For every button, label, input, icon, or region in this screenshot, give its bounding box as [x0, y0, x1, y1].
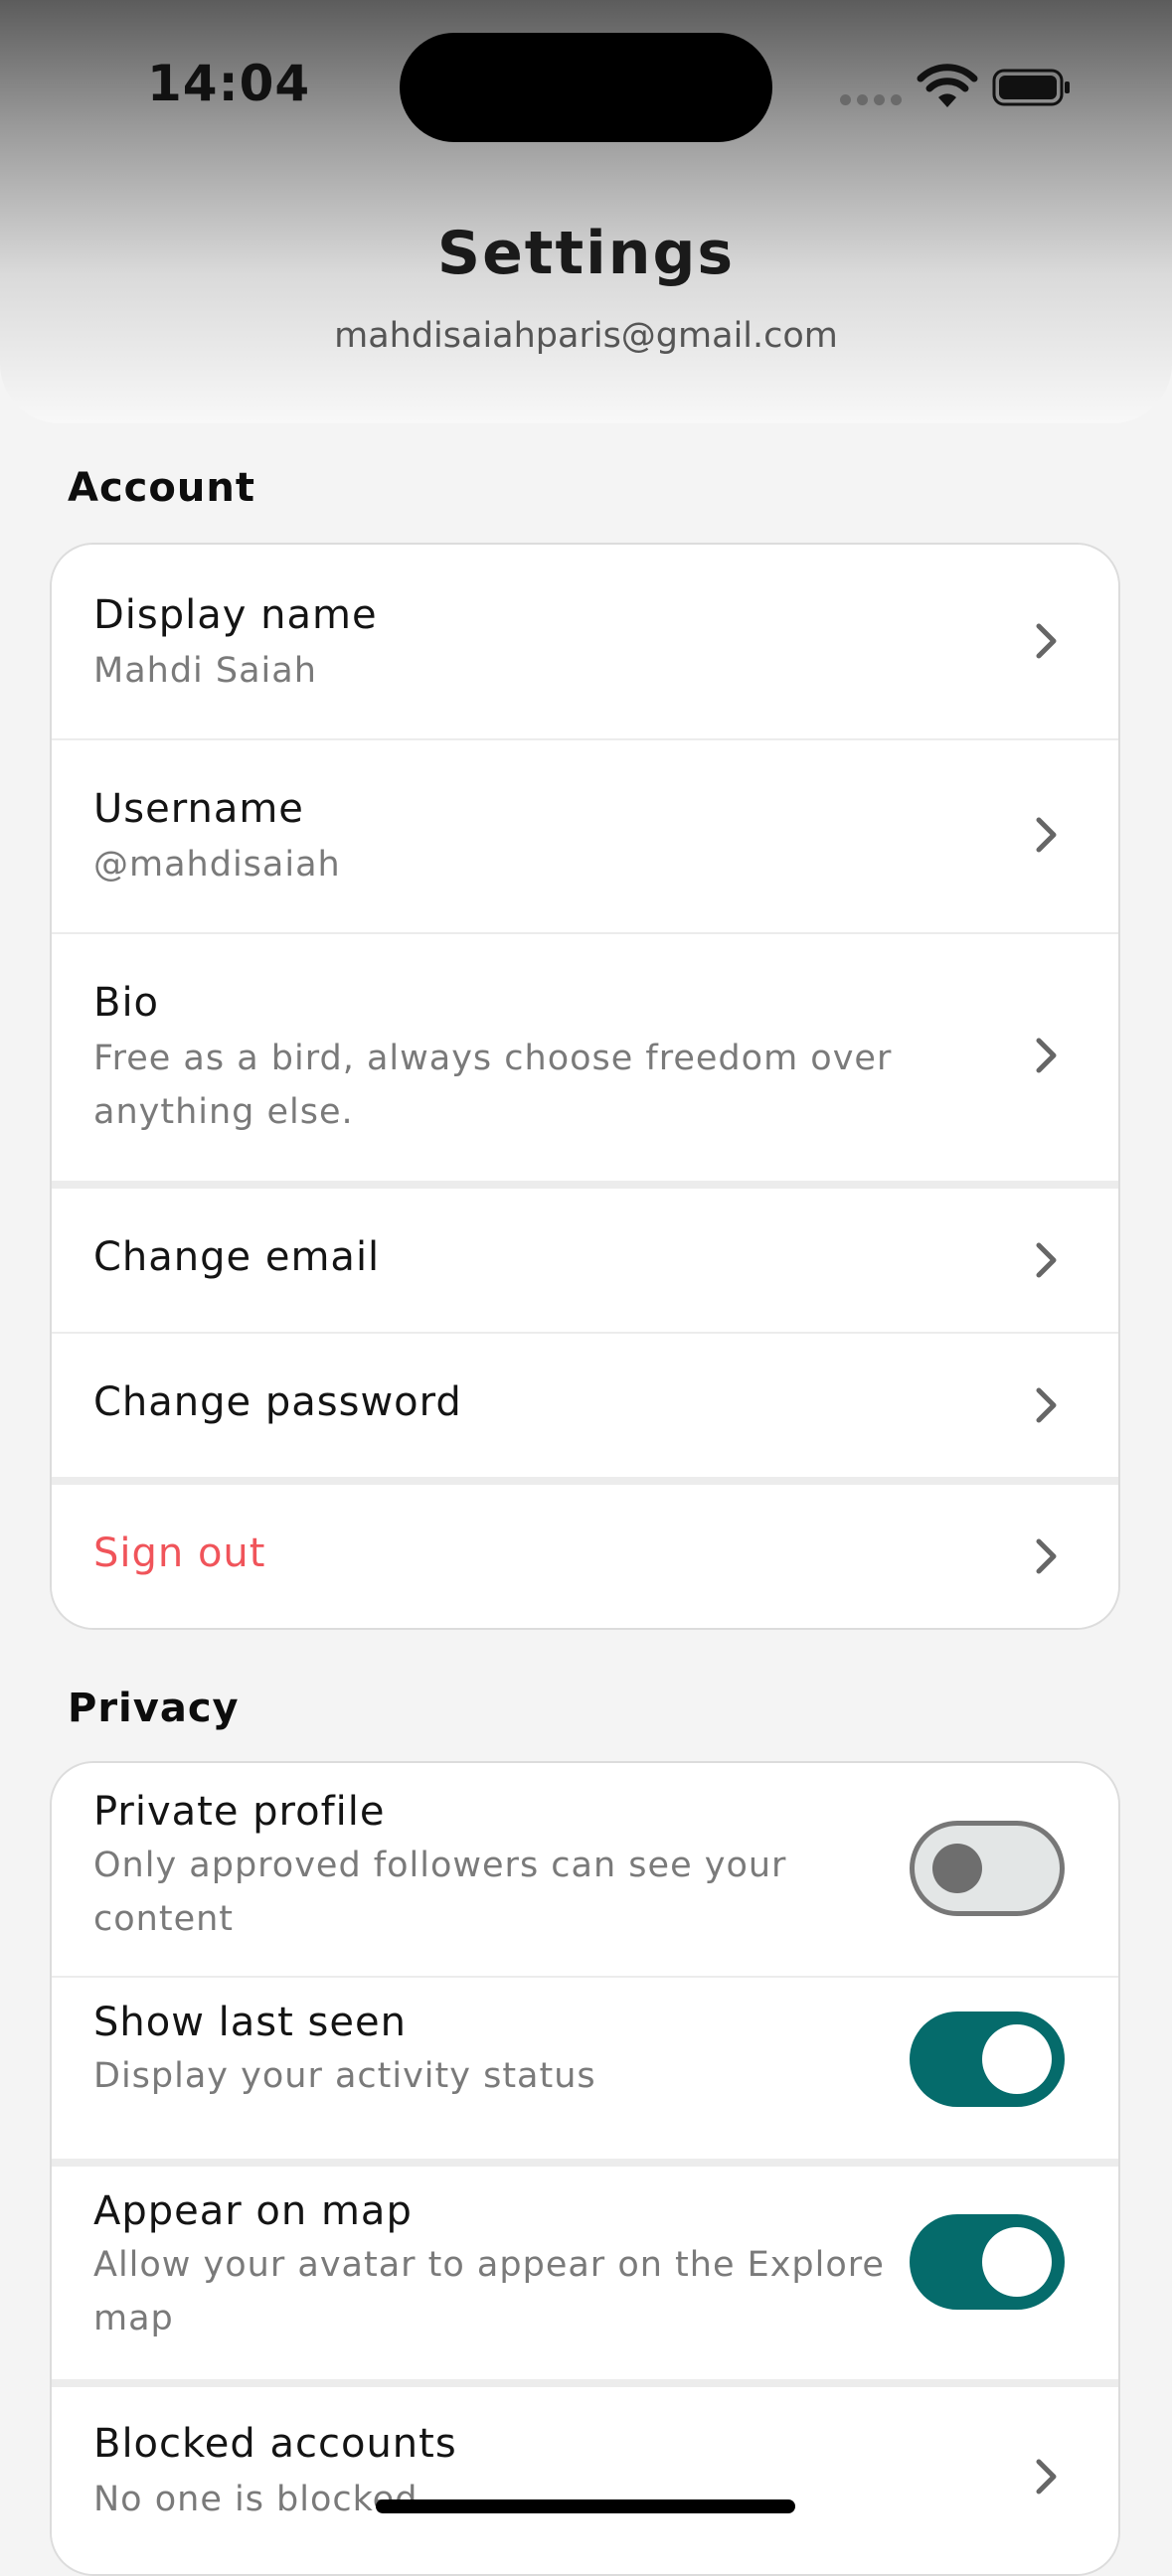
section-label-privacy: Privacy [68, 1686, 240, 1731]
private-profile-description: Only approved followers can see your con… [93, 1846, 787, 1939]
sign-out-row[interactable]: Sign out [52, 1485, 1118, 1628]
private-profile-toggle[interactable] [910, 1821, 1065, 1916]
change-email-row[interactable]: Change email [52, 1189, 1118, 1332]
chevron-right-icon [1036, 2459, 1057, 2495]
toggle-knob [982, 2227, 1052, 2297]
username-row[interactable]: Username @mahdisaiah [52, 740, 1118, 932]
show-last-seen-row: Show last seen Display your activity sta… [52, 1978, 1118, 2159]
private-profile-row: Private profile Only approved followers … [52, 1763, 1118, 1976]
blocked-accounts-row[interactable]: Blocked accounts No one is blocked [52, 2387, 1118, 2574]
settings-header: 14:04 Settings mahdisaiahparis@gmail.com [0, 0, 1172, 423]
chevron-right-icon [1036, 1387, 1057, 1423]
status-time: 14:04 [147, 55, 311, 112]
chevron-right-icon [1036, 1538, 1057, 1574]
appear-on-map-label: Appear on map [93, 2188, 413, 2234]
username-value: @mahdisaiah [93, 845, 341, 885]
change-password-label: Change password [93, 1379, 462, 1425]
privacy-card: Private profile Only approved followers … [50, 1761, 1120, 2576]
display-name-label: Display name [93, 592, 378, 638]
toggle-knob [982, 2024, 1052, 2094]
change-email-label: Change email [93, 1234, 381, 1280]
appear-on-map-toggle[interactable] [910, 2214, 1065, 2310]
blocked-accounts-label: Blocked accounts [93, 2421, 457, 2467]
chevron-right-icon [1036, 1038, 1057, 1073]
private-profile-label: Private profile [93, 1789, 386, 1835]
show-last-seen-description: Display your activity status [93, 2056, 596, 2096]
appear-on-map-row: Appear on map Allow your avatar to appea… [52, 2167, 1118, 2379]
show-last-seen-toggle[interactable] [910, 2012, 1065, 2107]
wifi-icon [917, 64, 978, 107]
show-last-seen-label: Show last seen [93, 2000, 407, 2045]
cellular-signal-icon [840, 94, 902, 105]
display-name-value: Mahdi Saiah [93, 651, 317, 691]
page-title: Settings [436, 219, 736, 288]
display-name-row[interactable]: Display name Mahdi Saiah [52, 545, 1118, 738]
section-label-account: Account [68, 465, 255, 511]
sign-out-label: Sign out [93, 1530, 266, 1576]
toggle-knob [932, 1844, 982, 1893]
username-label: Username [93, 786, 304, 832]
home-indicator[interactable] [376, 2499, 795, 2513]
battery-icon [992, 69, 1070, 106]
account-email: mahdisaiahparis@gmail.com [334, 316, 838, 356]
bio-row[interactable]: Bio Free as a bird, always choose freedo… [52, 934, 1118, 1181]
bio-label: Bio [93, 980, 160, 1026]
dynamic-island [400, 33, 772, 142]
chevron-right-icon [1036, 623, 1057, 659]
chevron-right-icon [1036, 817, 1057, 853]
account-card: Display name Mahdi Saiah Username @mahdi… [50, 543, 1120, 1630]
appear-on-map-description: Allow your avatar to appear on the Explo… [93, 2245, 885, 2338]
chevron-right-icon [1036, 1242, 1057, 1278]
change-password-row[interactable]: Change password [52, 1334, 1118, 1477]
bio-value: Free as a bird, always choose freedom ov… [93, 1039, 893, 1132]
